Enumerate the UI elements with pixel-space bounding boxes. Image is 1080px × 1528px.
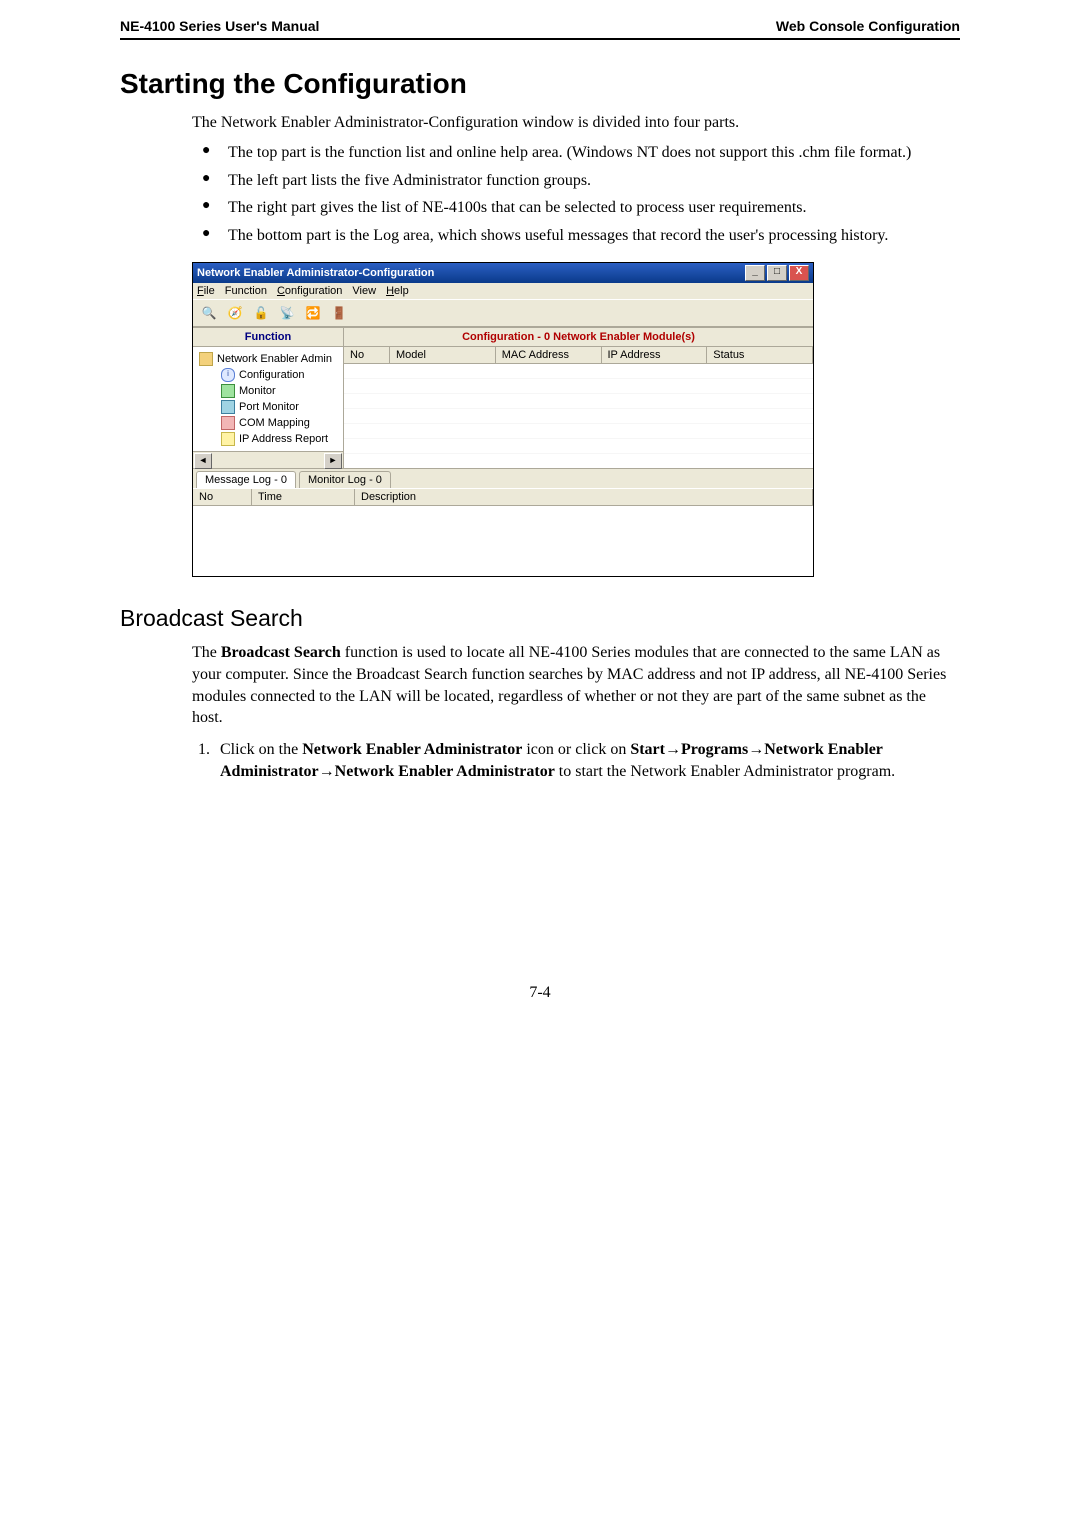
module-grid-header: No Model MAC Address IP Address Status	[344, 347, 813, 364]
menu-view[interactable]: View	[352, 285, 376, 297]
maximize-button[interactable]: □	[767, 265, 787, 281]
tree-item-com-mapping[interactable]: COM Mapping	[195, 415, 341, 431]
toolbar: 🔍 🧭 🔓 📡 🔁 🚪	[193, 299, 813, 327]
log-tabs: Message Log - 0 Monitor Log - 0	[193, 468, 813, 488]
arrow-icon: →	[665, 741, 681, 758]
col-ip[interactable]: IP Address	[602, 347, 708, 363]
tree-scrollbar[interactable]: ◄ ►	[193, 451, 343, 468]
intro-paragraph: The Network Enabler Administrator-Config…	[192, 114, 960, 132]
col-mac[interactable]: MAC Address	[496, 347, 602, 363]
minimize-button[interactable]: _	[745, 265, 765, 281]
scroll-left-icon[interactable]: ◄	[194, 453, 212, 469]
close-button[interactable]: X	[789, 265, 809, 281]
info-icon: i	[221, 368, 235, 382]
exit-icon[interactable]: 🚪	[329, 303, 349, 323]
tree-item-port-monitor[interactable]: Port Monitor	[195, 399, 341, 415]
header-left: NE-4100 Series User's Manual	[120, 18, 319, 34]
tab-monitor-log[interactable]: Monitor Log - 0	[299, 471, 391, 488]
bullet-item: The left part lists the five Administrat…	[192, 170, 960, 192]
menu-function[interactable]: Function	[225, 285, 267, 297]
col-model[interactable]: Model	[390, 347, 496, 363]
broadcast-search-paragraph: The Broadcast Search function is used to…	[192, 642, 960, 728]
folder-icon	[199, 352, 213, 366]
refresh-icon[interactable]: 🔁	[303, 303, 323, 323]
app-screenshot: Network Enabler Administrator-Configurat…	[192, 262, 960, 577]
menu-help[interactable]: Help	[386, 285, 409, 297]
tree-item-ip-report[interactable]: IP Address Report	[195, 431, 341, 447]
menu-file[interactable]: File	[197, 285, 215, 297]
scroll-right-icon[interactable]: ►	[324, 453, 342, 469]
unlock-icon[interactable]: 🔓	[251, 303, 271, 323]
search-icon[interactable]: 🔍	[199, 303, 219, 323]
log-header: No Time Description	[193, 488, 813, 505]
bullet-item: The top part is the function list and on…	[192, 142, 960, 164]
port-monitor-icon	[221, 400, 235, 414]
page-number: 7-4	[120, 984, 960, 1002]
module-grid-body[interactable]	[344, 364, 813, 468]
ip-report-icon	[221, 432, 235, 446]
log-body[interactable]	[193, 505, 813, 576]
menu-configuration[interactable]: Configuration	[277, 285, 342, 297]
col-no[interactable]: No	[344, 347, 390, 363]
menu-bar: File Function Configuration View Help	[193, 283, 813, 299]
header-right: Web Console Configuration	[776, 18, 960, 34]
subsection-title: Broadcast Search	[120, 605, 960, 632]
broadcast-icon[interactable]: 📡	[277, 303, 297, 323]
tree-item-configuration[interactable]: i Configuration	[195, 367, 341, 383]
module-list-pane: Configuration - 0 Network Enabler Module…	[344, 328, 813, 468]
log-col-no[interactable]: No	[193, 489, 252, 505]
arrow-icon: →	[748, 741, 764, 758]
tab-message-log[interactable]: Message Log - 0	[196, 471, 296, 488]
section-title: Starting the Configuration	[120, 68, 960, 100]
function-pane-header: Function	[193, 328, 343, 347]
tree-root-label: Network Enabler Admin	[217, 353, 332, 365]
log-col-desc[interactable]: Description	[355, 489, 813, 505]
tree-root[interactable]: Network Enabler Admin	[195, 351, 341, 367]
com-mapping-icon	[221, 416, 235, 430]
monitor-icon	[221, 384, 235, 398]
steps-list: Click on the Network Enabler Administrat…	[192, 739, 960, 784]
bullet-list: The top part is the function list and on…	[192, 142, 960, 246]
module-list-header: Configuration - 0 Network Enabler Module…	[344, 328, 813, 347]
window-titlebar[interactable]: Network Enabler Administrator-Configurat…	[193, 263, 813, 283]
tree-item-monitor[interactable]: Monitor	[195, 383, 341, 399]
col-status[interactable]: Status	[707, 347, 813, 363]
arrow-icon: →	[319, 763, 335, 780]
step-1: Click on the Network Enabler Administrat…	[214, 739, 960, 784]
bullet-item: The right part gives the list of NE-4100…	[192, 197, 960, 219]
window-title: Network Enabler Administrator-Configurat…	[197, 267, 745, 279]
function-tree[interactable]: Network Enabler Admin i Configuration Mo…	[193, 347, 343, 451]
running-header: NE-4100 Series User's Manual Web Console…	[120, 18, 960, 40]
locate-icon[interactable]: 🧭	[225, 303, 245, 323]
log-col-time[interactable]: Time	[252, 489, 355, 505]
function-pane: Function Network Enabler Admin i Configu…	[193, 328, 344, 468]
bullet-item: The bottom part is the Log area, which s…	[192, 225, 960, 247]
